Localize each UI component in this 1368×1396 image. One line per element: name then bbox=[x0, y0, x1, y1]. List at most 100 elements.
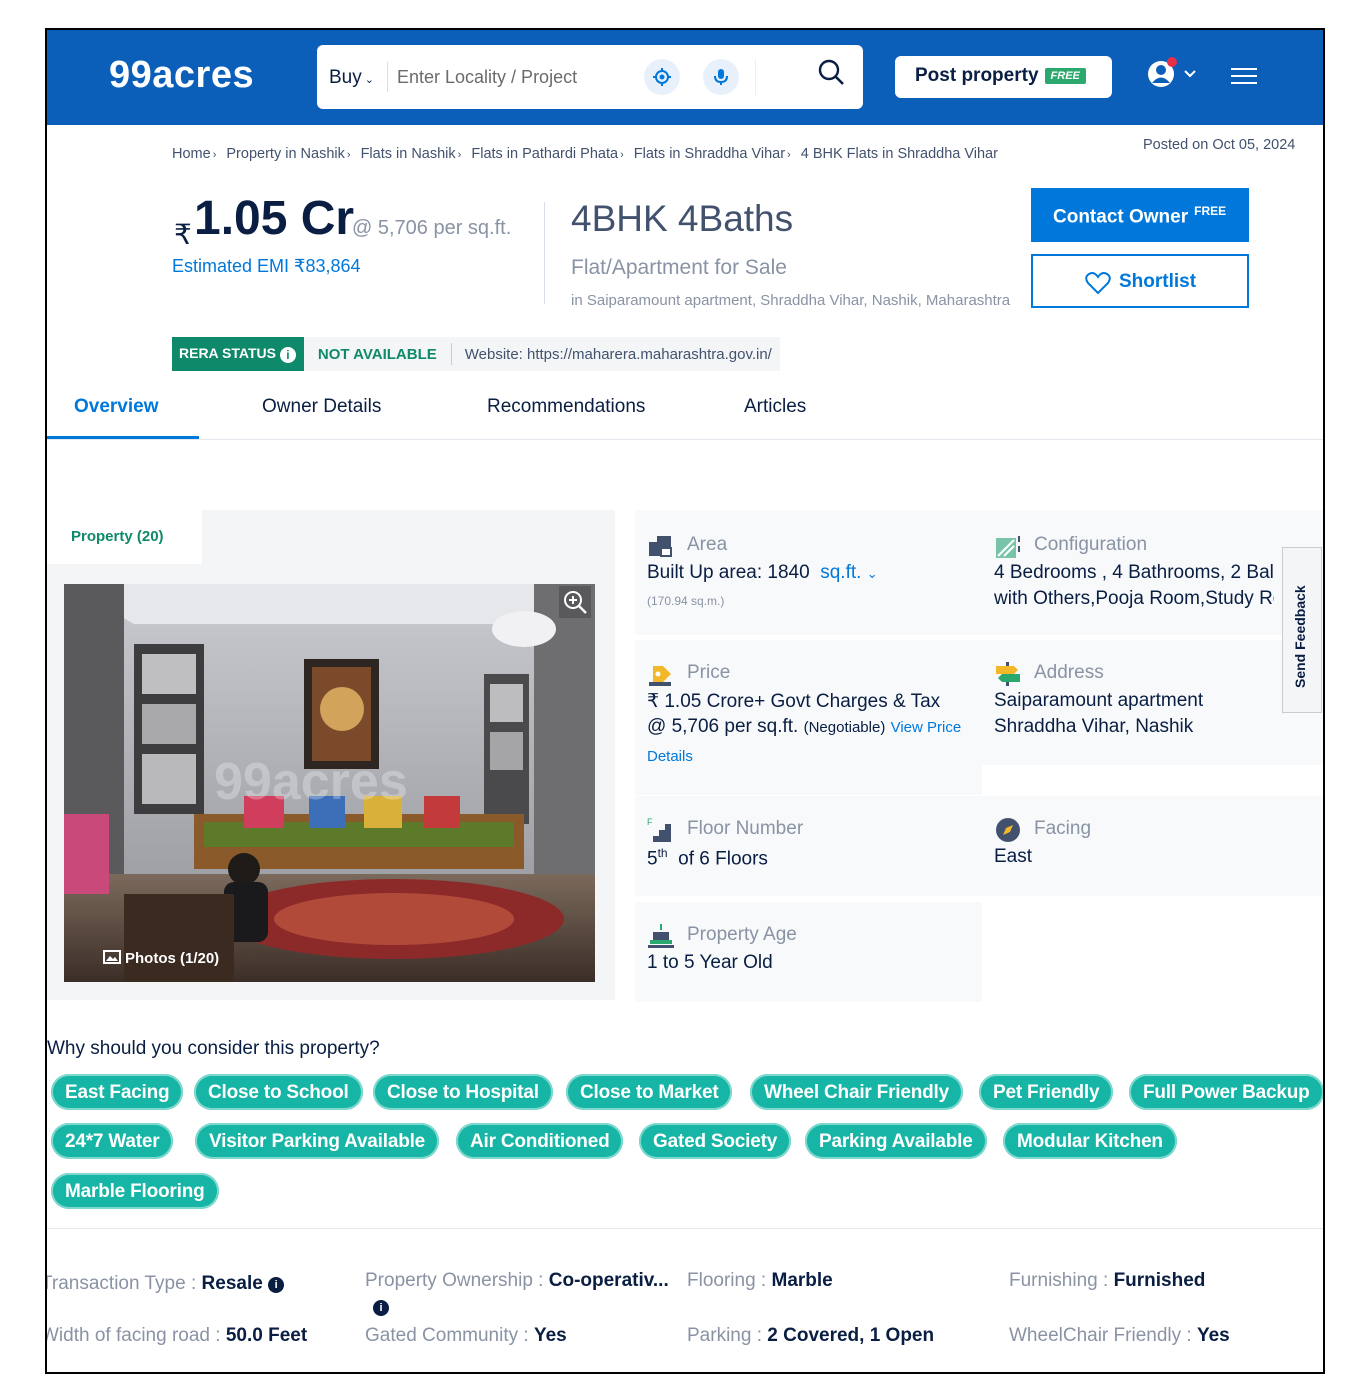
rera-status-value: NOT AVAILABLE bbox=[317, 345, 437, 363]
shortlist-button[interactable]: Shortlist bbox=[1031, 254, 1249, 308]
info-icon[interactable]: i bbox=[268, 1277, 285, 1293]
property-title: 4BHK 4Baths bbox=[571, 198, 794, 239]
chip-modular-kitchen: Modular Kitchen bbox=[1003, 1123, 1177, 1159]
contact-owner-label: Contact Owner bbox=[1053, 206, 1189, 228]
price: 1.05 Cr bbox=[194, 192, 355, 245]
floor-suffix: th bbox=[657, 846, 668, 860]
breadcrumb-home[interactable]: Home bbox=[172, 146, 211, 162]
gallery-tab-property[interactable]: Property (20) bbox=[47, 510, 202, 564]
tab-articles[interactable]: Articles bbox=[744, 396, 806, 418]
photo-watermark: 99acres bbox=[214, 753, 408, 811]
fact-property-ownership: Property Ownership : Co-operativ... bbox=[365, 1270, 669, 1291]
why-consider-title: Why should you consider this property? bbox=[47, 1038, 380, 1059]
fact-value: 50.0 Feet bbox=[225, 1325, 308, 1346]
chip-wheel-chair-friendly: Wheel Chair Friendly bbox=[750, 1074, 963, 1110]
price-per-sqft: @ 5,706 per sq.ft. bbox=[352, 217, 512, 239]
price-tag-icon bbox=[649, 666, 671, 686]
chip-pet-friendly: Pet Friendly bbox=[979, 1074, 1114, 1110]
built-up-area: Built Up area: 1840 bbox=[647, 562, 810, 583]
post-property-button[interactable]: Post property FREE bbox=[895, 56, 1112, 98]
facing-label: Facing bbox=[1034, 818, 1092, 839]
price-label: Price bbox=[687, 662, 731, 683]
area-label: Area bbox=[687, 534, 728, 555]
area-unit-dropdown[interactable]: sq.ft. ⌄ bbox=[820, 562, 877, 583]
estimated-emi-link[interactable]: Estimated EMI ₹83,864 bbox=[172, 256, 361, 277]
fact-parking: Parking : 2 Covered, 1 Open bbox=[687, 1325, 935, 1346]
property-location: in Saiparamount apartment, Shraddha Viha… bbox=[571, 292, 1011, 309]
chevron-down-icon: ⌄ bbox=[866, 566, 878, 581]
detail-configuration: Configuration 4 Bedrooms , 4 Bathrooms, … bbox=[982, 510, 1323, 635]
image-icon bbox=[103, 950, 121, 964]
search-divider-2 bbox=[755, 59, 756, 95]
tab-overview[interactable]: Overview bbox=[74, 396, 159, 418]
locate-me-icon[interactable] bbox=[644, 59, 680, 95]
fact-value: Resale bbox=[201, 1273, 263, 1294]
area-value: Built Up area: 1840 sq.ft. ⌄ bbox=[647, 562, 878, 584]
chip-close-to-hospital: Close to Hospital bbox=[373, 1074, 553, 1110]
chip-parking-available: Parking Available bbox=[805, 1123, 987, 1159]
buy-dropdown[interactable]: Buy ⌄ bbox=[329, 67, 374, 89]
address-line2: Shraddha Vihar, Nashik bbox=[994, 716, 1194, 737]
breadcrumb-flats-nashik[interactable]: Flats in Nashik bbox=[361, 146, 456, 162]
detail-facing: Facing East bbox=[982, 796, 1323, 896]
negotiable-tag: (Negotiable) bbox=[803, 719, 886, 736]
tab-recommendations[interactable]: Recommendations bbox=[487, 396, 645, 418]
rera-website[interactable]: Website: https://maharera.maharashtra.go… bbox=[452, 346, 780, 363]
view-price-details-link[interactable]: View Price bbox=[891, 719, 962, 736]
fact-value: Co-operativ... bbox=[548, 1270, 669, 1291]
floor-number: 5 bbox=[647, 848, 658, 870]
heart-icon bbox=[1085, 272, 1111, 295]
active-tab-underline bbox=[47, 436, 199, 439]
info-icon[interactable]: i bbox=[373, 1300, 389, 1316]
fact-key: Property Ownership bbox=[365, 1270, 533, 1291]
buy-label: Buy bbox=[329, 67, 362, 88]
microphone-icon[interactable] bbox=[703, 59, 739, 95]
photo-count-label: Photos (1/20) bbox=[125, 950, 220, 967]
search-input[interactable] bbox=[397, 59, 607, 95]
zoom-in-icon[interactable] bbox=[559, 586, 591, 623]
breadcrumb-property-nashik[interactable]: Property in Nashik bbox=[226, 146, 344, 162]
age-value: 1 to 5 Year Old bbox=[647, 952, 773, 973]
compass-icon bbox=[996, 818, 1020, 842]
detail-age: Property Age 1 to 5 Year Old bbox=[635, 902, 982, 1002]
fact-key: Width of facing road bbox=[45, 1325, 210, 1346]
property-photo[interactable]: 99acres bbox=[64, 584, 595, 982]
chip-marble-flooring: Marble Flooring bbox=[51, 1173, 219, 1209]
configuration-icon bbox=[996, 536, 1020, 558]
breadcrumb-flats-shraddha[interactable]: Flats in Shraddha Vihar bbox=[634, 146, 785, 162]
user-menu[interactable] bbox=[1145, 56, 1201, 97]
facing-value: East bbox=[994, 846, 1033, 867]
property-type: Flat/Apartment for Sale bbox=[571, 256, 787, 279]
address-label: Address bbox=[1034, 662, 1104, 683]
fact-value: Furnished bbox=[1113, 1270, 1206, 1291]
logo[interactable]: 99acres bbox=[109, 54, 254, 97]
search-icon[interactable] bbox=[815, 57, 851, 93]
rera-label: RERA STATUS bbox=[179, 345, 276, 361]
photo-count[interactable]: Photos (1/20) bbox=[103, 950, 219, 967]
search-bar: Buy ⌄ bbox=[317, 45, 863, 109]
tab-bar: Overview Owner Details Recommendations A… bbox=[47, 384, 1323, 440]
fact-value: Marble bbox=[771, 1270, 833, 1291]
breadcrumb-flats-pathardi[interactable]: Flats in Pathardi Phata bbox=[471, 146, 618, 162]
chip-close-to-market: Close to Market bbox=[566, 1074, 733, 1110]
view-price-details-link-2[interactable]: Details bbox=[647, 748, 693, 765]
fact-key: Flooring bbox=[687, 1270, 756, 1291]
fact-flooring: Flooring : Marble bbox=[687, 1270, 833, 1291]
search-divider bbox=[387, 62, 388, 92]
chip-visitor-parking: Visitor Parking Available bbox=[195, 1123, 440, 1159]
fact-key: WheelChair Friendly bbox=[1009, 1325, 1182, 1346]
hamburger-menu-icon[interactable] bbox=[1231, 68, 1257, 88]
contact-owner-button[interactable]: Contact Owner FREE bbox=[1031, 188, 1249, 242]
rera-badge: RERA STATUS i bbox=[172, 337, 304, 371]
breadcrumb-4bhk[interactable]: 4 BHK Flats in Shraddha Vihar bbox=[801, 146, 998, 162]
configuration-label: Configuration bbox=[1034, 534, 1148, 555]
cake-icon bbox=[648, 924, 674, 948]
tab-owner-details[interactable]: Owner Details bbox=[262, 396, 381, 418]
send-feedback-button[interactable]: Send Feedback bbox=[1282, 547, 1322, 713]
chevron-down-icon: ⌄ bbox=[364, 74, 374, 86]
post-property-label: Post property bbox=[915, 65, 1039, 86]
fact-value: 2 Covered, 1 Open bbox=[767, 1325, 935, 1346]
configuration-line1: 4 Bedrooms , 4 Bathrooms, 2 Balconies bbox=[994, 562, 1274, 583]
configuration-line2: with Others,Pooja Room,Study Room bbox=[994, 588, 1274, 609]
info-icon[interactable]: i bbox=[279, 347, 296, 363]
